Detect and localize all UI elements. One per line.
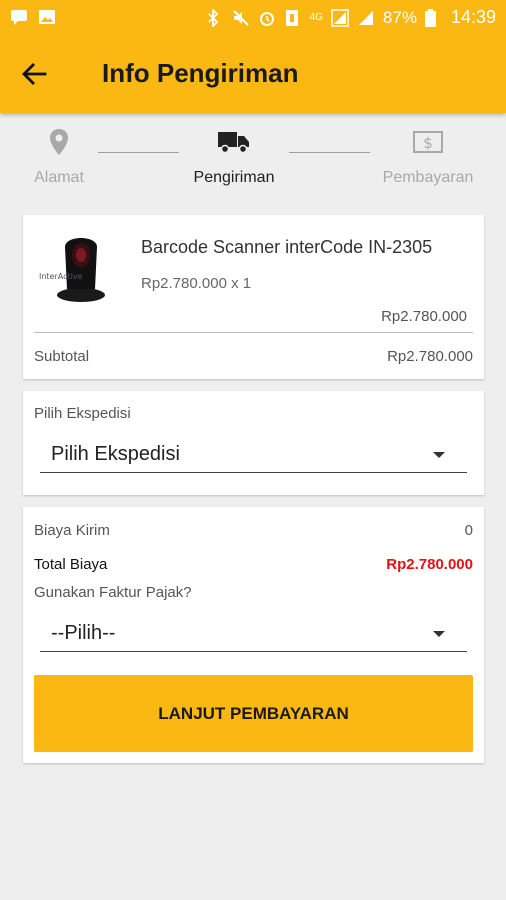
step-pembayaran[interactable]: $ Pembayaran [368, 127, 488, 187]
mute-icon [232, 9, 250, 27]
step-connector [289, 152, 370, 153]
bluetooth-icon [206, 7, 224, 28]
step-alamat[interactable]: Alamat [0, 127, 119, 187]
courier-selected-value: Pilih Ekspedisi [51, 443, 180, 465]
order-item-card: InterActive Barcode Scanner interCode IN… [23, 215, 484, 379]
clock: 14:39 [450, 7, 496, 27]
dropdown-arrow-icon [433, 452, 445, 458]
total-value: Rp2.780.000 [386, 556, 473, 573]
dropdown-arrow-icon [433, 631, 445, 637]
product-price-qty: Rp2.780.000 x 1 [141, 275, 252, 292]
step-label: Alamat [34, 169, 84, 186]
step-pengiriman[interactable]: Pengiriman [174, 127, 294, 187]
image-icon [38, 8, 56, 26]
step-label: Pengiriman [193, 169, 275, 186]
tax-invoice-label: Gunakan Faktur Pajak? [34, 584, 192, 601]
dollar-bill-icon: $ [413, 127, 443, 157]
continue-payment-button[interactable]: LANJUT PEMBAYARAN [34, 675, 473, 752]
svg-text:$: $ [423, 134, 433, 152]
alarm-icon [258, 9, 276, 27]
location-pin-icon [49, 127, 69, 157]
tax-invoice-select[interactable]: --Pilih-- [40, 614, 467, 652]
document-icon [284, 9, 302, 27]
product-name: Barcode Scanner interCode IN-2305 [141, 237, 433, 257]
network-type-label: 4G [309, 12, 323, 23]
shipping-cost-value: 0 [464, 522, 473, 539]
signal-icon [331, 8, 349, 27]
subtotal-label: Subtotal [34, 348, 90, 365]
total-label: Total Biaya [34, 556, 108, 573]
status-bar: 4G 87% 14:39 [0, 0, 506, 36]
app-bar: 4G 87% 14:39 Info Pengiriman [0, 0, 506, 113]
back-arrow-icon [22, 63, 47, 85]
truck-icon [218, 127, 250, 157]
checkout-stepper: Alamat Pengiriman $ Pembayaran [0, 113, 506, 213]
summary-card: Biaya Kirim 0 Total Biaya Rp2.780.000 Gu… [23, 507, 484, 763]
toolbar: Info Pengiriman [0, 36, 506, 113]
subtotal-value: Rp2.780.000 [387, 348, 473, 365]
courier-label: Pilih Ekspedisi [34, 405, 131, 422]
shipping-cost-label: Biaya Kirim [34, 522, 110, 539]
page-title: Info Pengiriman [102, 58, 299, 88]
tax-invoice-selected-value: --Pilih-- [51, 622, 116, 644]
battery-percent: 87% [382, 7, 417, 27]
product-image: InterActive [35, 227, 139, 307]
message-icon [10, 8, 28, 26]
back-button[interactable] [14, 54, 54, 94]
divider [34, 332, 473, 333]
shipping-card: Pilih Ekspedisi Pilih Ekspedisi [23, 391, 484, 495]
product-line-total: Rp2.780.000 [381, 308, 467, 325]
product-image-brand: InterActive [39, 272, 83, 281]
step-label: Pembayaran [382, 169, 474, 186]
battery-icon [424, 8, 443, 27]
signal-strength-icon [357, 9, 375, 27]
courier-select[interactable]: Pilih Ekspedisi [40, 435, 467, 473]
